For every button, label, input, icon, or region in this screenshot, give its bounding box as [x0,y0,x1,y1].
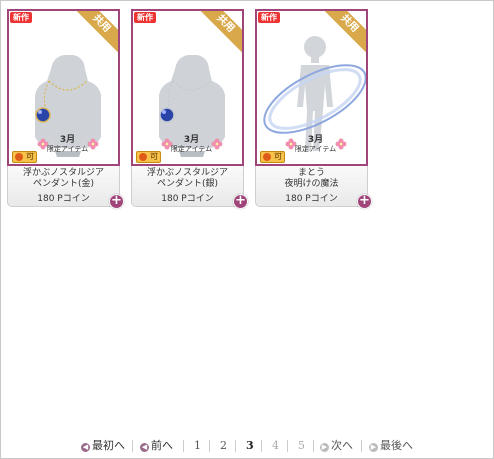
pager-divider [361,440,362,452]
item-thumbnail[interactable]: 新作 共用 3月 限定アイテム 可 [131,9,244,166]
tradable-badge: 可 [136,151,161,163]
item-name-line2: 夜明けの魔法 [284,179,339,189]
limited-label: 3月 限定アイテム [45,136,90,154]
item-price: 180 Pコイン [285,194,338,204]
last-page-label: 最後へ [380,439,413,452]
new-badge: 新作 [134,12,156,23]
add-item-button[interactable]: + [233,194,248,209]
item-name-line2: ペンダント(金) [32,179,95,189]
limited-month: 3月 [183,135,200,145]
tradable-badge: 可 [12,151,37,163]
first-page-label: 最初へ [92,439,125,452]
tradable-text: 可 [26,152,34,161]
page-link-4: 4 [272,439,279,452]
item-name: 浮かぶノスタルジア ペンダント(金) [8,168,119,190]
item-name-line2: ペンダント(銀) [156,179,219,189]
next-page-link: ▶ 次へ [320,438,353,454]
item-info: 浮かぶノスタルジア ペンダント(金) 180 Pコイン + [7,166,124,209]
last-page-link: ▶ 最後へ [369,438,413,454]
face-icon [139,153,147,161]
limited-month: 3月 [59,135,76,145]
tradable-text: 可 [274,152,282,161]
arrow-left-icon: ◀ [140,443,149,452]
first-page-link[interactable]: ◀ 最初へ [81,438,125,454]
item-card[interactable]: 新作 共用 3月 限定アイテム 可 浮かぶノスタルジア ペンダント(金) 180… [7,9,124,209]
limited-month: 3月 [307,135,324,145]
item-name-line1: まとう [297,168,325,178]
limited-label: 3月 限定アイテム [293,136,338,154]
item-thumbnail[interactable]: 新作 共用 3月 限定アイテム 可 [255,9,368,166]
page-link-5: 5 [298,439,305,452]
item-name-line1: 浮かぶノスタルジア [146,168,228,178]
page-link-2[interactable]: 2 [220,438,227,454]
pager-divider [209,440,210,452]
pager-divider [235,440,236,452]
pager-divider [261,440,262,452]
item-name: 浮かぶノスタルジア ペンダント(銀) [132,168,243,190]
add-item-button[interactable]: + [109,194,124,209]
item-thumbnail[interactable]: 新作 共用 3月 限定アイテム 可 [7,9,120,166]
arrow-right-icon: ▶ [369,443,378,452]
limited-text: 限定アイテム [294,145,337,153]
sakura-icon [335,138,347,150]
item-name: まとう 夜明けの魔法 [256,168,367,190]
next-page-label: 次へ [331,439,353,452]
sakura-icon [87,138,99,150]
limited-text: 限定アイテム [46,145,89,153]
face-icon [15,153,23,161]
new-badge: 新作 [258,12,280,23]
item-list-panel: 新作 共用 3月 限定アイテム 可 浮かぶノスタルジア ペンダント(金) 180… [0,0,494,459]
pager-divider [183,440,184,452]
pagination: ◀ 最初へ ◀ 前へ 1 2 3 4 5 ▶ 次へ ▶ 最後へ [1,438,494,454]
item-card[interactable]: 新作 共用 3月 限定アイテム 可 まとう 夜明けの魔法 180 Pコイン + [255,9,372,209]
sakura-icon [211,138,223,150]
add-item-button[interactable]: + [357,194,372,209]
limited-label: 3月 限定アイテム [169,136,214,154]
item-price: 180 Pコイン [37,194,90,204]
new-badge: 新作 [10,12,32,23]
prev-page-link[interactable]: ◀ 前へ [140,438,173,454]
item-price: 180 Pコイン [161,194,214,204]
item-name-line1: 浮かぶノスタルジア [22,168,104,178]
page-link-1[interactable]: 1 [194,438,201,454]
arrow-right-icon: ▶ [320,443,329,452]
pager-divider [132,440,133,452]
pager-divider [313,440,314,452]
item-info: まとう 夜明けの魔法 180 Pコイン + [255,166,372,209]
item-card[interactable]: 新作 共用 3月 限定アイテム 可 浮かぶノスタルジア ペンダント(銀) 180… [131,9,248,209]
item-info: 浮かぶノスタルジア ペンダント(銀) 180 Pコイン + [131,166,248,209]
tradable-text: 可 [150,152,158,161]
arrow-left-icon: ◀ [81,443,90,452]
page-current-3: 3 [246,439,254,452]
limited-text: 限定アイテム [170,145,213,153]
pager-divider [287,440,288,452]
prev-page-label: 前へ [151,439,173,452]
face-icon [263,153,271,161]
tradable-badge: 可 [260,151,285,163]
